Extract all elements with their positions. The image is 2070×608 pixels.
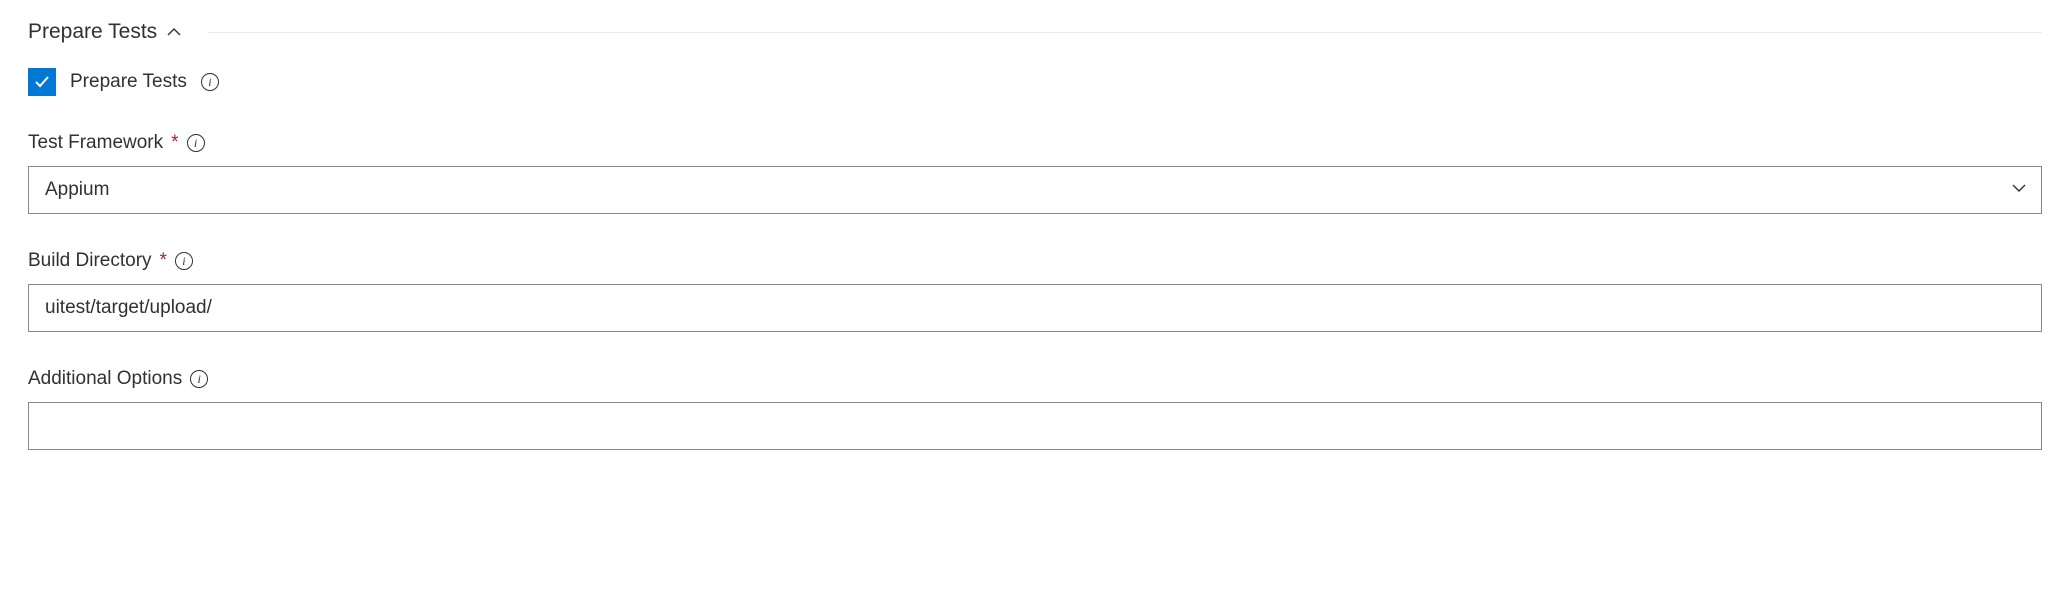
build-directory-input[interactable] bbox=[28, 284, 2042, 332]
field-label-row: Test Framework * i bbox=[28, 132, 2042, 154]
field-label-row: Build Directory * i bbox=[28, 250, 2042, 272]
required-indicator: * bbox=[160, 250, 167, 272]
prepare-tests-checkbox[interactable] bbox=[28, 68, 56, 96]
info-icon[interactable]: i bbox=[175, 252, 193, 270]
additional-options-field: Additional Options i bbox=[28, 368, 2042, 450]
test-framework-field: Test Framework * i Appium bbox=[28, 132, 2042, 214]
info-icon[interactable]: i bbox=[190, 370, 208, 388]
additional-options-label: Additional Options bbox=[28, 368, 182, 390]
build-directory-label: Build Directory bbox=[28, 250, 152, 272]
prepare-tests-checkbox-row: Prepare Tests i bbox=[28, 68, 2042, 96]
info-icon[interactable]: i bbox=[201, 73, 219, 91]
field-label-row: Additional Options i bbox=[28, 368, 2042, 390]
info-icon[interactable]: i bbox=[187, 134, 205, 152]
chevron-up-icon bbox=[167, 25, 181, 39]
section-header[interactable]: Prepare Tests bbox=[28, 20, 2042, 44]
build-directory-field: Build Directory * i bbox=[28, 250, 2042, 332]
test-framework-select[interactable]: Appium bbox=[28, 166, 2042, 214]
section-title: Prepare Tests bbox=[28, 20, 157, 44]
prepare-tests-checkbox-label: Prepare Tests bbox=[70, 71, 187, 93]
test-framework-label: Test Framework bbox=[28, 132, 163, 154]
section-divider bbox=[207, 32, 2042, 33]
test-framework-value: Appium bbox=[45, 179, 109, 201]
required-indicator: * bbox=[171, 132, 178, 154]
additional-options-input[interactable] bbox=[28, 402, 2042, 450]
